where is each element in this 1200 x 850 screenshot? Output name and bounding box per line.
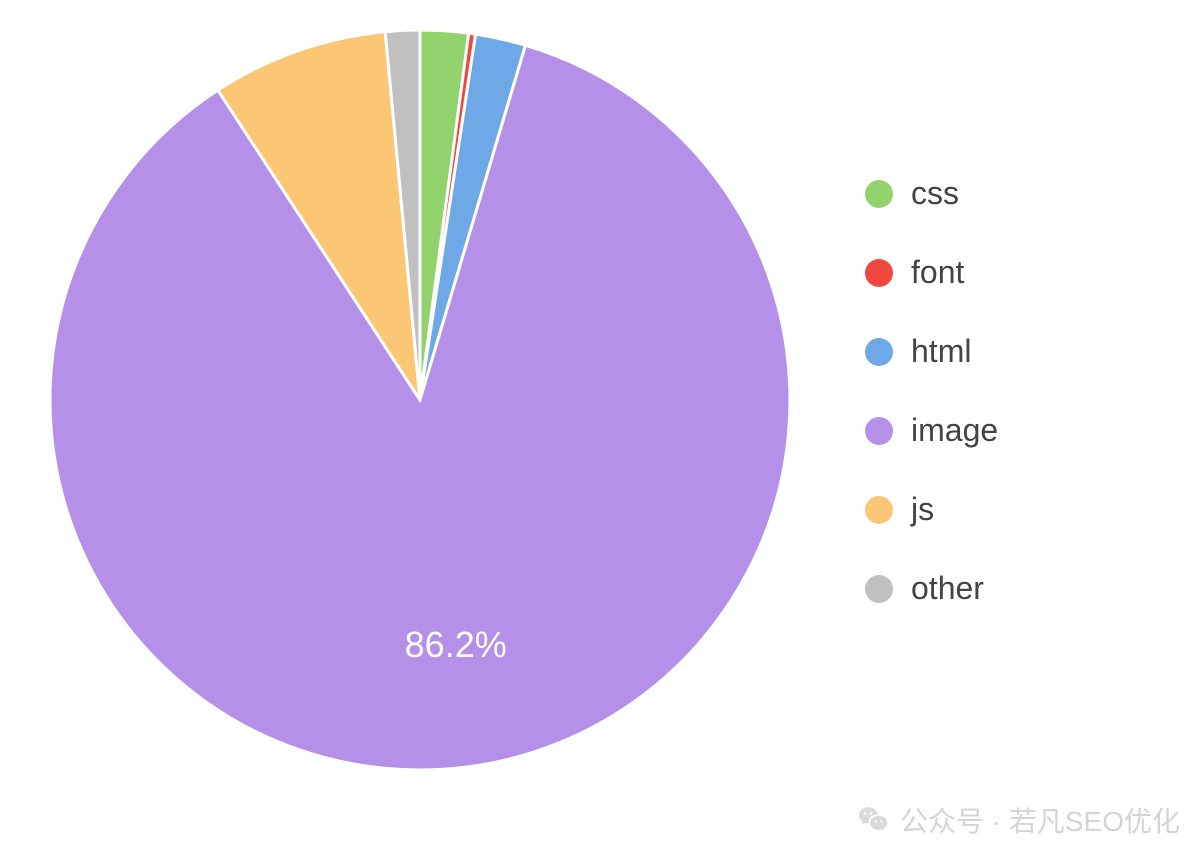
legend-item-html: html [865, 333, 998, 370]
legend-item-css: css [865, 175, 998, 212]
legend-label: html [911, 333, 971, 370]
legend-label: css [911, 175, 959, 212]
slice-label-image: 86.2% [405, 624, 507, 666]
legend-swatch [865, 575, 893, 603]
legend-item-font: font [865, 254, 998, 291]
watermark: 公众号 · 若凡SEO优化 [856, 800, 1180, 840]
legend-swatch [865, 259, 893, 287]
legend-swatch [865, 338, 893, 366]
legend-swatch [865, 496, 893, 524]
legend-label: js [911, 491, 934, 528]
legend-item-js: js [865, 491, 998, 528]
legend-item-other: other [865, 570, 998, 607]
legend-label: image [911, 412, 998, 449]
legend-item-image: image [865, 412, 998, 449]
legend-label: font [911, 254, 964, 291]
wechat-icon [856, 803, 890, 837]
legend-swatch [865, 180, 893, 208]
legend-swatch [865, 417, 893, 445]
legend-label: other [911, 570, 984, 607]
pie-svg [0, 0, 1200, 850]
watermark-text: 公众号 · 若凡SEO优化 [900, 800, 1180, 840]
legend: css font html image js other [865, 175, 998, 607]
pie-chart: 86.2% css font html image js other [0, 0, 1200, 850]
